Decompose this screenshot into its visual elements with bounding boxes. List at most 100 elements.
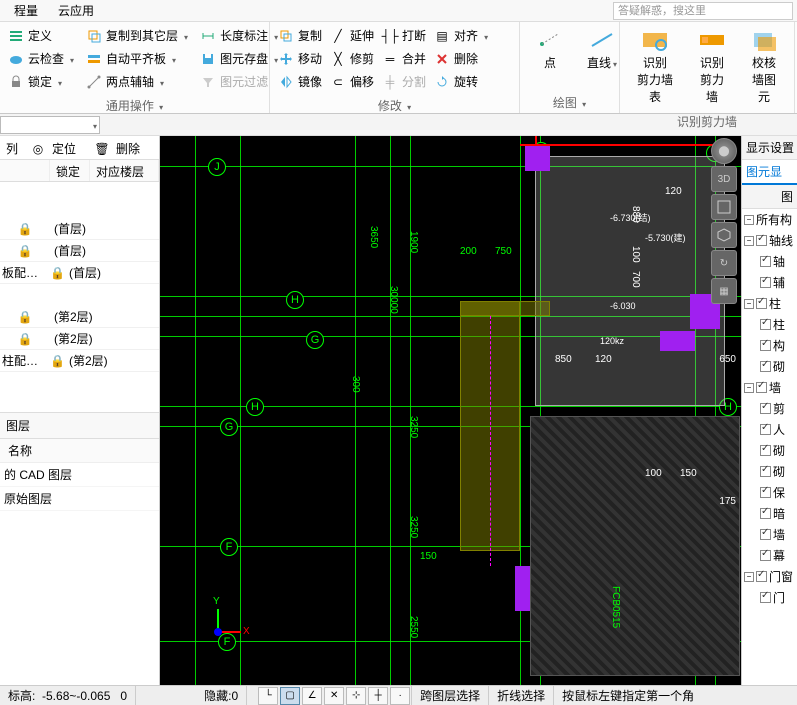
btn-view-refresh[interactable]: ↻ [711, 250, 737, 276]
btn-dian[interactable]: 点 [524, 24, 576, 75]
tree-door[interactable]: −门窗 [742, 566, 797, 587]
tree-all[interactable]: −所有构 [742, 209, 797, 230]
list-item[interactable]: 柱配…🔒(第2层) [0, 350, 159, 372]
col-name: 名称 [0, 439, 159, 463]
target-icon: ◎ [30, 141, 46, 157]
btn-yanshen[interactable]: ╱延伸 [326, 24, 378, 47]
menubar: 程量 云应用 答疑解惑，搜这里 [0, 0, 797, 22]
tab-lie[interactable]: 列 [0, 136, 24, 159]
tab-dingwei[interactable]: ◎定位 [24, 136, 88, 159]
tree-item[interactable]: 砌 [742, 440, 797, 461]
list-item[interactable]: 🔒(首层) [0, 240, 159, 262]
tree-column[interactable]: −柱 [742, 293, 797, 314]
copy-layer-icon [86, 28, 102, 44]
axis-icon [86, 74, 102, 90]
status-hide: 隐藏:0 [196, 686, 247, 705]
tree-item[interactable]: 门 [742, 587, 797, 608]
btn-view-3d[interactable]: 3D [711, 166, 737, 192]
list-item[interactable]: 🔒(首层) [0, 218, 159, 240]
btn-view-grid[interactable]: ▦ [711, 278, 737, 304]
grid-bubble: G [220, 418, 238, 436]
list-item[interactable]: 🔒(第2层) [0, 328, 159, 350]
tree-item[interactable]: 人 [742, 419, 797, 440]
list-item[interactable]: 的 CAD 图层 [0, 463, 159, 487]
tree-item[interactable]: 暗 [742, 503, 797, 524]
statusbar: 标高: -5.68~-0.065 0 隐藏:0 └ ▢ ∠ ✕ ⊹ ┼ · 跨图… [0, 685, 797, 705]
btn-yidong[interactable]: 移动 [274, 47, 326, 70]
snap-btn-6[interactable]: ┼ [368, 687, 388, 705]
grid-bubble: J [208, 158, 226, 176]
btn-zidongpingqi[interactable]: 自动平齐板 [82, 47, 192, 70]
recognize-table-icon [639, 28, 671, 52]
btn-zhexian[interactable]: 折线选择 [489, 686, 554, 705]
tab-shanchu[interactable]: 🗑删除 [88, 136, 152, 159]
line-icon [586, 28, 618, 52]
menu-item-gongchengliang[interactable]: 程量 [4, 0, 48, 21]
snap-btn-1[interactable]: └ [258, 687, 278, 705]
checkbox[interactable] [756, 235, 767, 246]
btn-jingxiang[interactable]: 镜像 [274, 70, 326, 93]
btn-pianyi[interactable]: ⊂偏移 [326, 70, 378, 93]
drawing-canvas[interactable]: J H G H G F F 1 2 H G [160, 136, 741, 685]
btn-view-iso[interactable] [711, 222, 737, 248]
delete-icon: 🗑 [94, 141, 110, 157]
btn-yunjianzha[interactable]: 云检查 [4, 47, 78, 70]
btn-dingyi[interactable]: 定义 [4, 24, 78, 47]
list-item[interactable]: 原始图层 [0, 487, 159, 511]
tree-wall[interactable]: −墙 [742, 377, 797, 398]
btn-dadun[interactable]: ┤├打断 [378, 24, 430, 47]
snap-btn-2[interactable]: ▢ [280, 687, 300, 705]
dimension-icon [200, 28, 216, 44]
btn-kuatuceng[interactable]: 跨图层选择 [411, 686, 489, 705]
btn-duiqi[interactable]: ▤对齐 [430, 24, 492, 47]
btn-hebing[interactable]: ═合并 [378, 47, 430, 70]
tree-item[interactable]: 辅 [742, 272, 797, 293]
lock-icon: 🔒 [0, 244, 50, 258]
tree-item[interactable]: 砌 [742, 461, 797, 482]
offset-icon: ⊂ [330, 74, 346, 90]
btn-view-top[interactable] [711, 194, 737, 220]
tree-item[interactable]: 保 [742, 482, 797, 503]
lock-icon: 🔒 [50, 266, 65, 280]
btn-jiaohe[interactable]: 校核 墙图元 [738, 24, 790, 109]
panel-title: 显示设置 [742, 136, 797, 160]
tab-tuyuan[interactable]: 图元显 [742, 160, 797, 185]
btn-shanchu[interactable]: 删除 [430, 47, 492, 70]
list-item[interactable]: 🔒(第2层) [0, 306, 159, 328]
split-icon: ╪ [382, 74, 398, 90]
search-input[interactable]: 答疑解惑，搜这里 [613, 2, 793, 20]
lock-icon: 🔒 [50, 354, 65, 368]
btn-fuzhi[interactable]: 复制 [274, 24, 326, 47]
btn-fuzhi-qitaceng[interactable]: 复制到其它层 [82, 24, 192, 47]
tree-axis[interactable]: −轴线 [742, 230, 797, 251]
tree-item[interactable]: 幕 [742, 545, 797, 566]
btn-3d-orbit[interactable]: ⬤ [711, 138, 737, 164]
menu-item-yunyingyong[interactable]: 云应用 [48, 0, 104, 21]
recognize-wall-icon [696, 28, 728, 52]
btn-suoding[interactable]: 锁定 [4, 70, 78, 93]
tree-item[interactable]: 墙 [742, 524, 797, 545]
tree-item[interactable]: 砌 [742, 356, 797, 377]
btn-xiujian[interactable]: ╳修剪 [326, 47, 378, 70]
tree-item[interactable]: 柱 [742, 314, 797, 335]
section-tuceng: 图层 [0, 412, 159, 439]
extend-icon: ╱ [330, 28, 346, 44]
list-item[interactable]: 板配…🔒(首层) [0, 262, 159, 284]
btn-xuanzhuan[interactable]: 旋转 [430, 70, 492, 93]
snap-btn-5[interactable]: ⊹ [346, 687, 366, 705]
snap-btn-4[interactable]: ✕ [324, 687, 344, 705]
tree-item[interactable]: 构 [742, 335, 797, 356]
grid-bubble: H [286, 291, 304, 309]
tree-item[interactable]: 轴 [742, 251, 797, 272]
col-floor: 对应楼层 [90, 160, 159, 181]
snap-btn-7[interactable]: · [390, 687, 410, 705]
snap-btn-3[interactable]: ∠ [302, 687, 322, 705]
combo-unknown[interactable] [0, 116, 100, 134]
lock-icon: 🔒 [0, 310, 50, 324]
move-icon [278, 51, 294, 67]
point-icon [534, 28, 566, 52]
btn-shibie-jlqb[interactable]: 识别 剪力墙表 [624, 24, 686, 109]
btn-liangdianfuzhou[interactable]: 两点辅轴 [82, 70, 192, 93]
btn-shibie-jlq[interactable]: 识别 剪力墙 [686, 24, 738, 109]
tree-item[interactable]: 剪 [742, 398, 797, 419]
